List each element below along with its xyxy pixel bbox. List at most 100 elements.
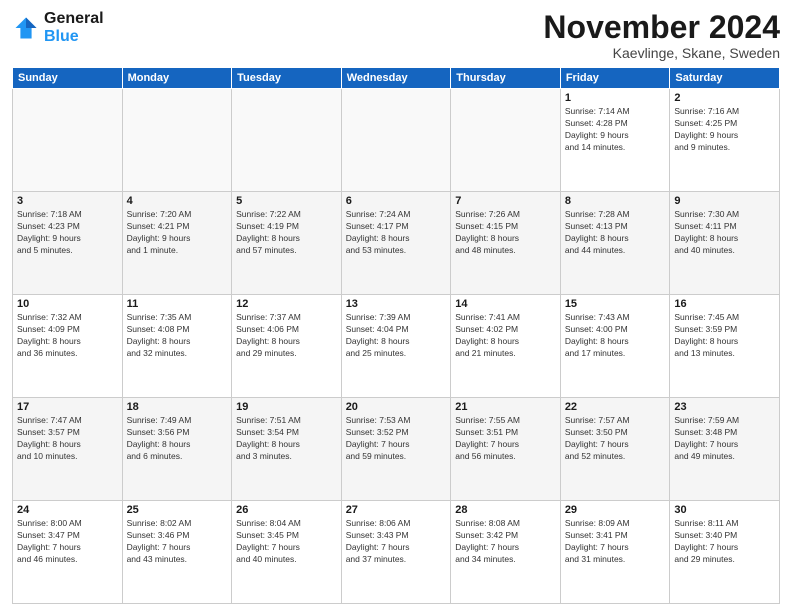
day-detail: Sunrise: 7:35 AM Sunset: 4:08 PM Dayligh…	[127, 312, 228, 360]
day-number: 27	[346, 504, 447, 516]
day-number: 24	[17, 504, 118, 516]
calendar-cell	[451, 89, 561, 192]
calendar-cell: 10 Sunrise: 7:32 AM Sunset: 4:09 PM Dayli…	[13, 295, 123, 398]
day-number: 28	[455, 504, 556, 516]
page: General Blue November 2024 Kaevlinge, Sk…	[0, 0, 792, 612]
calendar-cell	[13, 89, 123, 192]
day-detail: Sunrise: 7:18 AM Sunset: 4:23 PM Dayligh…	[17, 209, 118, 257]
calendar-cell: 15 Sunrise: 7:43 AM Sunset: 4:00 PM Dayli…	[560, 295, 670, 398]
day-detail: Sunrise: 8:04 AM Sunset: 3:45 PM Dayligh…	[236, 518, 337, 566]
calendar-cell: 6Sunrise: 7:24 AM Sunset: 4:17 PM Daylig…	[341, 192, 451, 295]
day-detail: Sunrise: 7:16 AM Sunset: 4:25 PM Dayligh…	[674, 106, 775, 154]
day-number: 30	[674, 504, 775, 516]
day-detail: Sunrise: 8:08 AM Sunset: 3:42 PM Dayligh…	[455, 518, 556, 566]
logo-text: General Blue	[44, 10, 104, 46]
col-tuesday: Tuesday	[232, 68, 342, 89]
day-detail: Sunrise: 7:47 AM Sunset: 3:57 PM Dayligh…	[17, 415, 118, 463]
calendar-cell: 3 Sunrise: 7:18 AM Sunset: 4:23 PM Daylig…	[13, 192, 123, 295]
day-number: 14	[455, 298, 556, 310]
day-detail: Sunrise: 7:49 AM Sunset: 3:56 PM Dayligh…	[127, 415, 228, 463]
day-detail: Sunrise: 7:57 AM Sunset: 3:50 PM Dayligh…	[565, 415, 666, 463]
day-detail: Sunrise: 8:02 AM Sunset: 3:46 PM Dayligh…	[127, 518, 228, 566]
header: General Blue November 2024 Kaevlinge, Sk…	[12, 10, 780, 61]
day-number: 16	[674, 298, 775, 310]
day-detail: Sunrise: 7:59 AM Sunset: 3:48 PM Dayligh…	[674, 415, 775, 463]
calendar-cell: 30 Sunrise: 8:11 AM Sunset: 3:40 PM Dayli…	[670, 501, 780, 604]
calendar-cell: 28 Sunrise: 8:08 AM Sunset: 3:42 PM Dayli…	[451, 501, 561, 604]
day-number: 26	[236, 504, 337, 516]
calendar-week-1: 1Sunrise: 7:14 AM Sunset: 4:28 PM Daylig…	[13, 89, 780, 192]
calendar-cell: 11Sunrise: 7:35 AM Sunset: 4:08 PM Dayli…	[122, 295, 232, 398]
calendar-cell	[232, 89, 342, 192]
calendar-cell: 7 Sunrise: 7:26 AM Sunset: 4:15 PM Daylig…	[451, 192, 561, 295]
day-number: 29	[565, 504, 666, 516]
calendar-header-row: Sunday Monday Tuesday Wednesday Thursday…	[13, 68, 780, 89]
calendar-week-4: 17 Sunrise: 7:47 AM Sunset: 3:57 PM Dayli…	[13, 398, 780, 501]
day-number: 22	[565, 401, 666, 413]
calendar-cell: 24 Sunrise: 8:00 AM Sunset: 3:47 PM Dayli…	[13, 501, 123, 604]
location: Kaevlinge, Skane, Sweden	[543, 45, 780, 61]
day-number: 15	[565, 298, 666, 310]
day-detail: Sunrise: 7:43 AM Sunset: 4:00 PM Dayligh…	[565, 312, 666, 360]
calendar-cell: 20 Sunrise: 7:53 AM Sunset: 3:52 PM Dayli…	[341, 398, 451, 501]
day-detail: Sunrise: 8:09 AM Sunset: 3:41 PM Dayligh…	[565, 518, 666, 566]
day-detail: Sunrise: 7:51 AM Sunset: 3:54 PM Dayligh…	[236, 415, 337, 463]
day-number: 4	[127, 195, 228, 207]
day-detail: Sunrise: 8:11 AM Sunset: 3:40 PM Dayligh…	[674, 518, 775, 566]
day-number: 20	[346, 401, 447, 413]
calendar-cell: 13 Sunrise: 7:39 AM Sunset: 4:04 PM Dayli…	[341, 295, 451, 398]
day-detail: Sunrise: 8:00 AM Sunset: 3:47 PM Dayligh…	[17, 518, 118, 566]
day-detail: Sunrise: 7:41 AM Sunset: 4:02 PM Dayligh…	[455, 312, 556, 360]
day-number: 1	[565, 92, 666, 104]
calendar-cell: 5 Sunrise: 7:22 AM Sunset: 4:19 PM Daylig…	[232, 192, 342, 295]
calendar-week-5: 24 Sunrise: 8:00 AM Sunset: 3:47 PM Dayli…	[13, 501, 780, 604]
day-number: 13	[346, 298, 447, 310]
month-title: November 2024	[543, 10, 780, 45]
day-number: 8	[565, 195, 666, 207]
calendar-cell: 29 Sunrise: 8:09 AM Sunset: 3:41 PM Dayli…	[560, 501, 670, 604]
col-friday: Friday	[560, 68, 670, 89]
day-detail: Sunrise: 7:45 AM Sunset: 3:59 PM Dayligh…	[674, 312, 775, 360]
calendar-cell: 21 Sunrise: 7:55 AM Sunset: 3:51 PM Dayli…	[451, 398, 561, 501]
day-number: 12	[236, 298, 337, 310]
calendar-cell: 1Sunrise: 7:14 AM Sunset: 4:28 PM Daylig…	[560, 89, 670, 192]
day-detail: Sunrise: 7:20 AM Sunset: 4:21 PM Dayligh…	[127, 209, 228, 257]
calendar-cell: 23 Sunrise: 7:59 AM Sunset: 3:48 PM Dayli…	[670, 398, 780, 501]
calendar-cell: 8 Sunrise: 7:28 AM Sunset: 4:13 PM Daylig…	[560, 192, 670, 295]
calendar-cell: 12 Sunrise: 7:37 AM Sunset: 4:06 PM Dayli…	[232, 295, 342, 398]
day-number: 17	[17, 401, 118, 413]
calendar-table: Sunday Monday Tuesday Wednesday Thursday…	[12, 67, 780, 604]
day-detail: Sunrise: 7:37 AM Sunset: 4:06 PM Dayligh…	[236, 312, 337, 360]
logo-icon	[12, 14, 40, 42]
calendar-cell	[122, 89, 232, 192]
day-number: 21	[455, 401, 556, 413]
calendar-cell: 27 Sunrise: 8:06 AM Sunset: 3:43 PM Dayli…	[341, 501, 451, 604]
calendar-week-3: 10 Sunrise: 7:32 AM Sunset: 4:09 PM Dayli…	[13, 295, 780, 398]
day-detail: Sunrise: 7:28 AM Sunset: 4:13 PM Dayligh…	[565, 209, 666, 257]
calendar-cell: 26 Sunrise: 8:04 AM Sunset: 3:45 PM Dayli…	[232, 501, 342, 604]
day-number: 19	[236, 401, 337, 413]
day-number: 5	[236, 195, 337, 207]
calendar-cell	[341, 89, 451, 192]
day-detail: Sunrise: 7:53 AM Sunset: 3:52 PM Dayligh…	[346, 415, 447, 463]
day-number: 10	[17, 298, 118, 310]
day-number: 3	[17, 195, 118, 207]
calendar-cell: 18Sunrise: 7:49 AM Sunset: 3:56 PM Dayli…	[122, 398, 232, 501]
day-detail: Sunrise: 7:30 AM Sunset: 4:11 PM Dayligh…	[674, 209, 775, 257]
day-detail: Sunrise: 7:26 AM Sunset: 4:15 PM Dayligh…	[455, 209, 556, 257]
day-number: 23	[674, 401, 775, 413]
calendar-cell: 19 Sunrise: 7:51 AM Sunset: 3:54 PM Dayli…	[232, 398, 342, 501]
calendar-cell: 4 Sunrise: 7:20 AM Sunset: 4:21 PM Daylig…	[122, 192, 232, 295]
calendar-cell: 25Sunrise: 8:02 AM Sunset: 3:46 PM Dayli…	[122, 501, 232, 604]
day-detail: Sunrise: 7:22 AM Sunset: 4:19 PM Dayligh…	[236, 209, 337, 257]
calendar-cell: 17 Sunrise: 7:47 AM Sunset: 3:57 PM Dayli…	[13, 398, 123, 501]
day-detail: Sunrise: 8:06 AM Sunset: 3:43 PM Dayligh…	[346, 518, 447, 566]
day-detail: Sunrise: 7:39 AM Sunset: 4:04 PM Dayligh…	[346, 312, 447, 360]
day-number: 7	[455, 195, 556, 207]
calendar-cell: 9Sunrise: 7:30 AM Sunset: 4:11 PM Daylig…	[670, 192, 780, 295]
col-sunday: Sunday	[13, 68, 123, 89]
calendar-cell: 2Sunrise: 7:16 AM Sunset: 4:25 PM Daylig…	[670, 89, 780, 192]
col-wednesday: Wednesday	[341, 68, 451, 89]
day-detail: Sunrise: 7:32 AM Sunset: 4:09 PM Dayligh…	[17, 312, 118, 360]
day-detail: Sunrise: 7:55 AM Sunset: 3:51 PM Dayligh…	[455, 415, 556, 463]
